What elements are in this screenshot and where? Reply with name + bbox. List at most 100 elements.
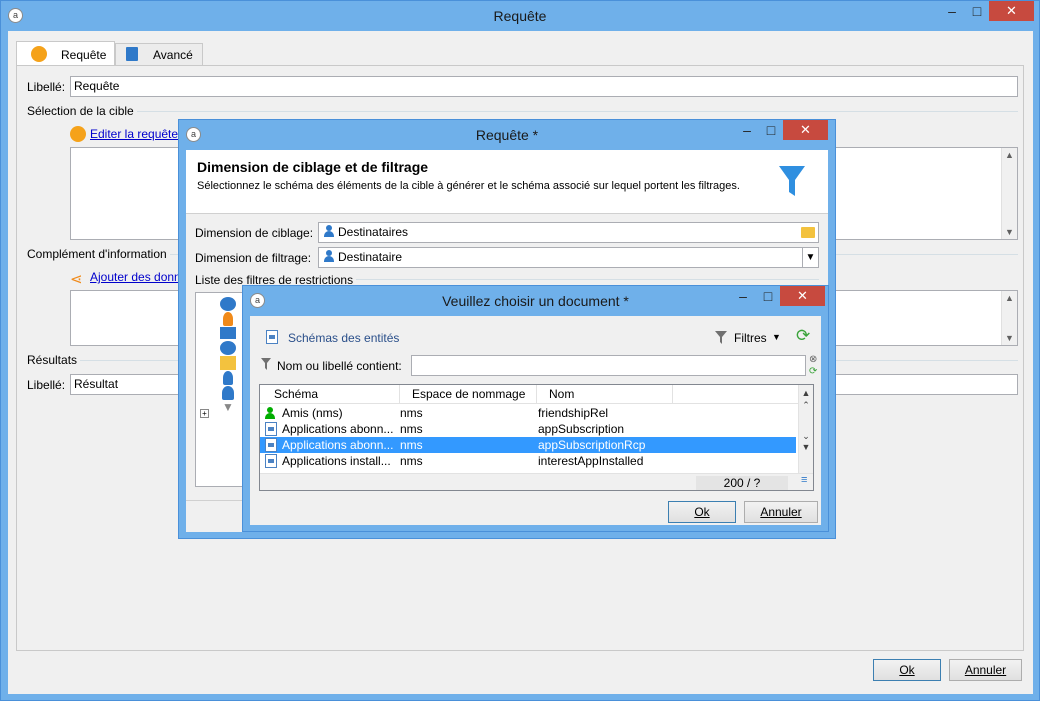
choose-ok-button[interactable]: Ok [668,501,736,523]
filtering-label: Dimension de filtrage: [195,251,312,265]
funnel-small-icon [261,358,271,370]
grid-header: Schéma Espace de nommage Nom [260,385,798,404]
column-header-schema-label: Schéma [274,387,319,401]
choose-document-titlebar[interactable]: a Veuillez choisir un document * – □ ✕ [243,286,828,316]
cell-name: friendshipRel [538,406,609,420]
choose-ok-label: Ok [694,505,710,519]
schema-entities-label: Schémas des entités [288,331,400,345]
targeting-input[interactable]: Destinataires [318,222,819,243]
schema-doc-icon [265,438,277,452]
column-header-schema[interactable]: Schéma [260,385,400,404]
record-count: 200 / ? [696,476,788,490]
filters-dropdown[interactable]: Filtres [734,331,767,345]
tab-requete-label: Requête [61,48,107,62]
cell-namespace: nms [400,406,423,420]
filtering-value: Destinataire [338,250,403,264]
dialog1-description: Sélectionnez le schéma des éléments de l… [197,180,740,192]
reload-search-icon[interactable]: ⟳ [809,366,817,377]
main-ok-button[interactable]: Ok [873,659,941,681]
libelle-value: Requête [74,79,120,93]
tab-avance[interactable]: Avancé [115,43,203,65]
dialog1-maximize-icon[interactable]: □ [757,120,785,140]
refresh-icon[interactable]: ⟳ [796,326,810,346]
chevron-down-icon[interactable]: ▼ [802,248,818,267]
target-section-divider [27,111,1018,112]
filter-icon [715,331,727,344]
cell-schema: Amis (nms) [282,406,343,420]
tab-requete[interactable]: Requête [16,41,115,66]
tab-avance-label: Avancé [153,48,193,62]
main-cancel-label: Annuler [964,663,1007,677]
libelle-label: Libellé: [27,80,66,94]
results-section-label: Résultats [27,353,81,367]
column-header-namespace[interactable]: Espace de nommage [400,385,537,404]
chevron-down-icon[interactable]: ▼ [772,332,781,342]
complement-section-label: Complément d'information [27,247,170,261]
complement-box-scrollbar[interactable]: ▲ ▼ [1001,291,1017,345]
schema-grid[interactable]: Schéma Espace de nommage Nom Amis (nms) … [259,384,814,491]
cell-name: appSubscriptionRcp [538,438,646,452]
funnel-icon [779,166,805,196]
grid-scrollbar[interactable]: ▲ ⌃ ⌄ ▼ [798,385,813,473]
main-ok-label: Ok [899,663,915,677]
targeting-label: Dimension de ciblage: [195,226,314,240]
cell-namespace: nms [400,422,423,436]
query-dialog-titlebar[interactable]: a Requête * – □ ✕ [179,120,835,150]
dialog2-minimize-icon[interactable]: – [729,286,757,306]
cell-schema: Applications install... [282,454,391,468]
schema-doc-icon [266,330,278,344]
cell-name: appSubscription [538,422,625,436]
share-icon: ⋖ [70,271,83,288]
results-libelle-value: Résultat [74,377,119,391]
schema-doc-icon [265,454,277,468]
dialog1-close-icon[interactable]: ✕ [783,120,828,140]
dialog2-maximize-icon[interactable]: □ [754,286,782,306]
clear-search-icon[interactable]: ⊗ [809,354,817,365]
results-libelle-label: Libellé: [27,378,66,392]
search-input[interactable] [411,355,806,376]
tree-expand-icon[interactable]: + [200,409,209,418]
libelle-input[interactable]: Requête [70,76,1018,97]
choose-cancel-label: Annuler [760,505,802,519]
grid-status-bar: 200 / ? ≡ [260,473,813,490]
column-header-name[interactable]: Nom [537,385,673,404]
edit-query-icon [70,126,86,142]
dialog1-heading: Dimension de ciblage et de filtrage [197,159,429,175]
main-titlebar[interactable]: a Requête – □ ✕ [1,1,1039,31]
main-window-title: Requête [493,8,547,24]
person-icon [265,407,275,419]
clipboard-icon [126,47,138,61]
orange-circle-icon [31,46,47,62]
targeting-value: Destinataires [338,225,409,239]
main-cancel-button[interactable]: Annuler [949,659,1022,681]
column-header-namespace-label: Espace de nommage [412,387,526,401]
person-icon [324,225,334,237]
table-row[interactable]: Applications install... nms interestAppI… [260,453,796,469]
target-box-scrollbar[interactable]: ▲ ▼ [1001,148,1017,239]
person-icon [324,250,334,262]
close-icon[interactable]: ✕ [989,1,1034,21]
choose-document-dialog: a Veuillez choisir un document * – □ ✕ S… [242,285,829,532]
dialog2-close-icon[interactable]: ✕ [780,286,825,306]
table-row[interactable]: Applications abonn... nms appSubscriptio… [260,421,796,437]
maximize-icon[interactable]: □ [963,1,991,21]
grid-menu-icon[interactable]: ≡ [801,474,807,486]
choose-cancel-button[interactable]: Annuler [744,501,818,523]
search-label: Nom ou libellé contient: [277,359,402,373]
target-section-label: Sélection de la cible [27,104,137,118]
choose-document-client: Schémas des entités Filtres ▼ ⟳ Nom ou l… [250,316,821,525]
folder-icon[interactable] [801,227,815,238]
dialog1-header: Dimension de ciblage et de filtrage Séle… [186,150,828,214]
table-row[interactable]: Amis (nms) nms friendshipRel [260,405,796,421]
tree-icons-column: ▼ [220,297,236,413]
cell-schema: Applications abonn... [282,438,394,452]
minimize-icon[interactable]: – [938,1,966,21]
schema-doc-icon [265,422,277,436]
table-row-selected[interactable]: Applications abonn... nms appSubscriptio… [260,437,796,453]
cell-schema: Applications abonn... [282,422,394,436]
column-header-name-label: Nom [549,387,575,401]
edit-query-link[interactable]: Editer la requête... [90,127,188,141]
filtering-select[interactable]: Destinataire ▼ [318,247,819,268]
cell-name: interestAppInstalled [538,454,644,468]
cell-namespace: nms [400,438,423,452]
